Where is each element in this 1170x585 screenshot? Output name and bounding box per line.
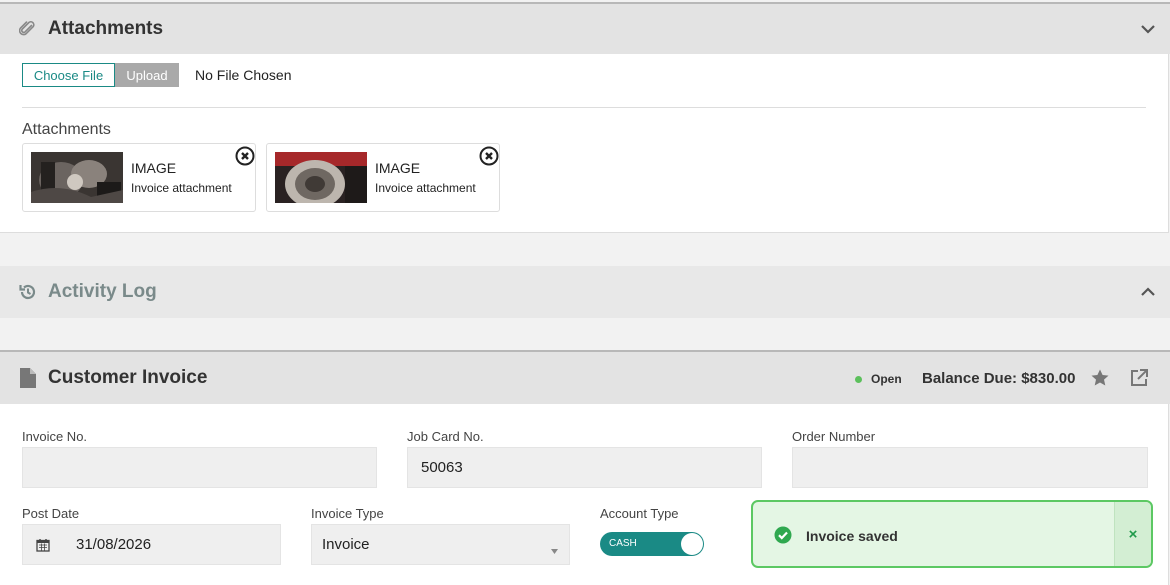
- toggle-knob[interactable]: [681, 533, 703, 555]
- invoice-type-select[interactable]: Invoice: [311, 524, 570, 565]
- close-toast-button[interactable]: ×: [1114, 502, 1151, 566]
- toggle-label: CASH: [609, 538, 637, 549]
- activity-log-panel-header[interactable]: Activity Log: [0, 266, 1170, 318]
- attachment-type: IMAGE: [131, 160, 177, 176]
- invoice-type-value: Invoice: [322, 536, 370, 553]
- toast-message: Invoice saved: [806, 528, 898, 544]
- invoice-type-label: Invoice Type: [311, 506, 384, 521]
- activity-log-title: Activity Log: [48, 281, 157, 302]
- divider: [22, 107, 1146, 108]
- caret-down-icon: [551, 542, 558, 554]
- history-icon: [18, 282, 38, 302]
- external-link-icon[interactable]: [1129, 368, 1149, 388]
- calendar-icon: [36, 538, 50, 552]
- chevron-down-icon[interactable]: [1140, 21, 1156, 37]
- file-status-text: No File Chosen: [195, 67, 292, 83]
- order-number-input[interactable]: [792, 447, 1148, 488]
- post-date-value: 31/08/2026: [76, 536, 152, 553]
- attachment-description: Invoice attachment: [131, 181, 232, 195]
- invoice-title: Customer Invoice: [48, 367, 208, 388]
- status-badge: Open: [871, 372, 902, 386]
- attachments-panel-body: Choose File Upload No File Chosen Attach…: [0, 54, 1169, 233]
- remove-attachment-icon[interactable]: [479, 146, 499, 166]
- attachment-thumbnail[interactable]: [31, 152, 123, 203]
- chevron-up-icon[interactable]: [1140, 284, 1156, 300]
- attachment-thumbnail[interactable]: [275, 152, 367, 203]
- choose-file-button[interactable]: Choose File: [22, 63, 115, 87]
- attachments-list-heading: Attachments: [22, 121, 111, 138]
- post-date-label: Post Date: [22, 506, 80, 521]
- upload-button[interactable]: Upload: [115, 63, 179, 87]
- star-icon[interactable]: [1090, 368, 1110, 388]
- job-card-no-input[interactable]: 50063: [407, 447, 762, 488]
- invoice-no-input[interactable]: [22, 447, 377, 488]
- job-card-no-label: Job Card No.: [407, 429, 484, 444]
- attachment-type: IMAGE: [375, 160, 421, 176]
- remove-attachment-icon[interactable]: [235, 146, 255, 166]
- status-indicator: [855, 376, 862, 383]
- paperclip-icon: [18, 19, 38, 39]
- success-toast: Invoice saved ×: [751, 500, 1153, 568]
- attachment-description: Invoice attachment: [375, 181, 476, 195]
- check-circle-icon: [774, 526, 792, 544]
- attachment-card[interactable]: IMAGE Invoice attachment: [266, 143, 500, 212]
- order-number-label: Order Number: [792, 429, 876, 444]
- balance-due: Balance Due: $830.00: [922, 370, 1076, 387]
- attachment-card[interactable]: IMAGE Invoice attachment: [22, 143, 256, 212]
- post-date-input[interactable]: 31/08/2026: [22, 524, 281, 565]
- account-type-label: Account Type: [600, 506, 679, 521]
- attachments-panel-header[interactable]: Attachments: [0, 2, 1170, 54]
- invoice-no-label: Invoice No.: [22, 429, 88, 444]
- account-type-toggle[interactable]: CASH: [600, 532, 704, 556]
- attachments-title: Attachments: [48, 18, 164, 39]
- document-icon: [18, 368, 38, 388]
- invoice-panel-header: Customer Invoice Open Balance Due: $830.…: [0, 350, 1170, 404]
